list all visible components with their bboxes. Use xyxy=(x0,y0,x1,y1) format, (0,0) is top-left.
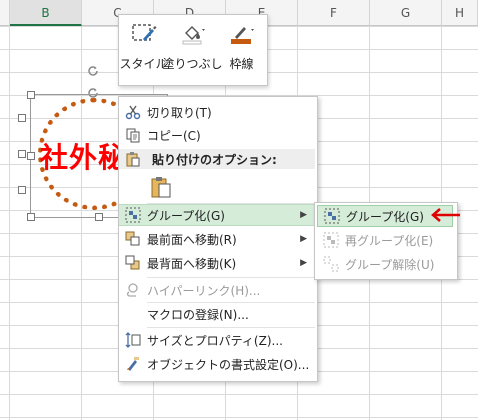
menu-label-bring-to-front: 最前面へ移動(R) xyxy=(147,232,237,247)
submenu-arrow-icon: ▶ xyxy=(300,210,307,220)
pen-outline-icon xyxy=(230,27,254,44)
menu-item-hyperlink[interactable]: ハイパーリンク(H)... xyxy=(119,279,315,301)
scissors-icon xyxy=(125,105,141,120)
column-header-f[interactable]: F xyxy=(298,0,370,26)
menu-separator xyxy=(147,327,315,328)
red-arrow-annotation-icon xyxy=(430,207,462,226)
menu-label-send-to-back: 最背面へ移動(K) xyxy=(147,256,237,271)
submenu-label-regroup: 再グループ化(E) xyxy=(345,233,434,248)
menu-item-format-object[interactable]: オブジェクトの書式設定(O)... xyxy=(119,353,315,375)
context-menu: 切り取り(T) コピー(C) 貼り付けのオプション: グループ化(G) ▶ 最前… xyxy=(118,96,318,382)
menu-label-format-object: オブジェクトの書式設定(O)... xyxy=(147,357,310,372)
resize-handle[interactable] xyxy=(27,91,35,99)
column-header-g[interactable]: G xyxy=(370,0,442,26)
menu-item-bring-to-front[interactable]: 最前面へ移動(R) ▶ xyxy=(119,228,315,250)
rotate-handle-icon[interactable] xyxy=(86,64,100,81)
resize-handle[interactable] xyxy=(27,152,35,160)
format-object-icon xyxy=(127,357,139,371)
ungroup-icon xyxy=(323,256,339,272)
menu-item-assign-macro[interactable]: マクロの登録(N)... xyxy=(119,303,315,325)
menu-label-cut: 切り取り(T) xyxy=(147,105,212,120)
menu-label-size-properties: サイズとプロパティ(Z)... xyxy=(147,333,283,348)
resize-handle[interactable] xyxy=(95,213,103,221)
menu-separator xyxy=(147,277,315,278)
menu-label-group: グループ化(G) xyxy=(147,208,225,223)
submenu-item-ungroup[interactable]: グループ解除(U) xyxy=(317,253,453,275)
row-header-corner[interactable] xyxy=(0,0,10,26)
menu-item-group[interactable]: グループ化(G) ▶ xyxy=(119,204,315,226)
menu-item-size-properties[interactable]: サイズとプロパティ(Z)... xyxy=(119,329,315,351)
column-header-b[interactable]: B xyxy=(10,0,82,26)
outline-label: 枠線 xyxy=(229,57,254,71)
resize-handle[interactable] xyxy=(18,150,26,158)
menu-item-copy[interactable]: コピー(C) xyxy=(119,124,315,146)
menu-label-hyperlink: ハイパーリンク(H)... xyxy=(147,283,261,298)
mini-toolbar: スタイル 塗りつぶし 枠線 xyxy=(118,14,268,86)
menu-item-send-to-back[interactable]: 最背面へ移動(K) ▶ xyxy=(119,252,315,274)
style-label: スタイル xyxy=(119,57,168,71)
submenu-item-regroup[interactable]: 再グループ化(E) xyxy=(317,229,453,251)
link-icon xyxy=(126,283,138,297)
group-icon xyxy=(324,208,340,224)
paste-keep-source-button[interactable] xyxy=(149,175,173,202)
resize-handle[interactable] xyxy=(27,213,35,221)
submenu-arrow-icon: ▶ xyxy=(300,234,307,244)
copy-icon xyxy=(126,128,140,143)
resize-handle[interactable] xyxy=(18,186,26,194)
submenu-label-ungroup: グループ解除(U) xyxy=(345,257,435,272)
submenu-label-group: グループ化(G) xyxy=(346,209,424,224)
group-icon xyxy=(125,207,141,223)
send-back-icon xyxy=(125,255,140,270)
fill-label: 塗りつぶし xyxy=(162,57,223,71)
fill-button[interactable]: 塗りつぶし xyxy=(162,15,223,85)
menu-label-assign-macro: マクロの登録(N)... xyxy=(147,307,249,322)
paste-options-header: 貼り付けのオプション: xyxy=(119,149,315,169)
regroup-icon xyxy=(323,232,339,248)
menu-label-copy: コピー(C) xyxy=(147,128,201,143)
paste-header-icon xyxy=(125,151,141,170)
style-button[interactable]: スタイル xyxy=(119,15,168,85)
column-header-h[interactable]: H xyxy=(442,0,478,26)
menu-item-cut[interactable]: 切り取り(T) xyxy=(119,101,315,123)
paint-bucket-icon xyxy=(182,26,205,45)
outline-button[interactable]: 枠線 xyxy=(217,15,266,85)
resize-handle[interactable] xyxy=(18,114,26,122)
size-properties-icon xyxy=(125,332,141,348)
submenu-arrow-icon: ▶ xyxy=(300,258,307,268)
clipboard-icon xyxy=(151,177,171,198)
shape-style-icon xyxy=(131,24,156,41)
bring-front-icon xyxy=(125,231,140,246)
